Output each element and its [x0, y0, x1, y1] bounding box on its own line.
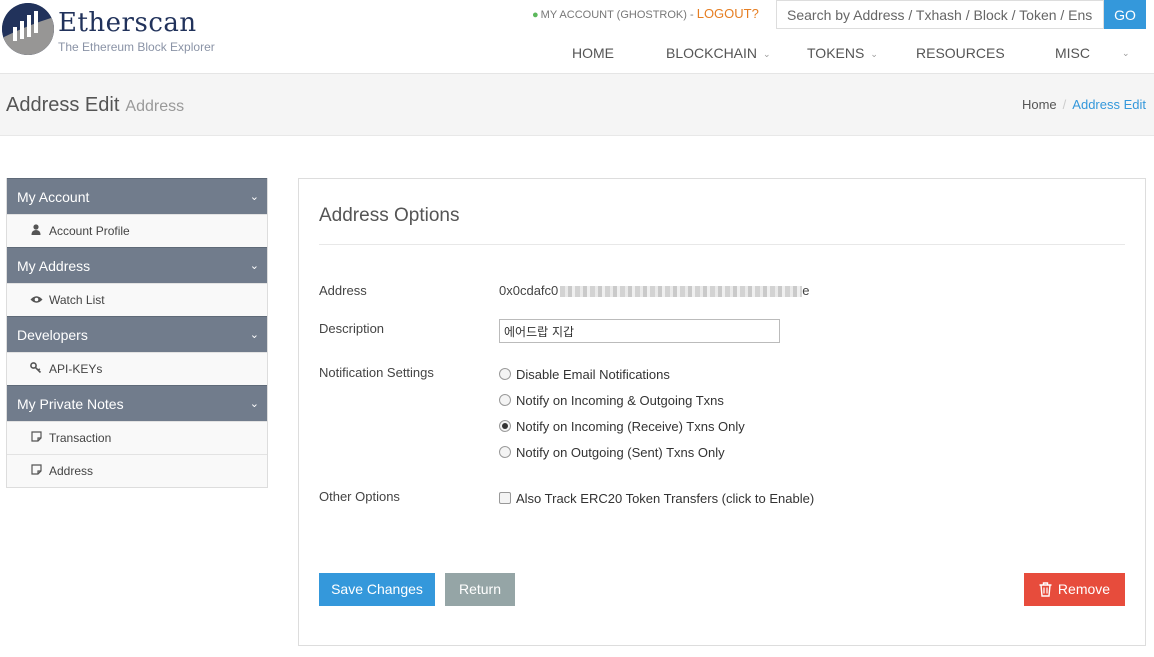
radio-notify-outgoing-only[interactable]: Notify on Outgoing (Sent) Txns Only [499, 445, 725, 461]
return-button[interactable]: Return [445, 573, 515, 606]
other-options-label: Other Options [319, 489, 400, 504]
user-icon [27, 216, 45, 248]
address-label: Address [319, 283, 367, 298]
nav-tokens[interactable]: TOKENS ⌄ [807, 43, 878, 63]
erc20-tracking-checkbox[interactable] [499, 492, 511, 504]
page-subtitle: Address [125, 98, 185, 115]
description-input[interactable] [499, 319, 780, 343]
chevron-down-icon: ⌄ [249, 260, 259, 272]
page-title-text: Address Edit [6, 94, 120, 116]
key-icon [27, 354, 45, 386]
sidebar-item-api-keys[interactable]: API-KEYs [7, 352, 267, 385]
sidebar-item-address-notes[interactable]: Address [7, 454, 267, 487]
address-options-panel: Address Options Address 0x0cdafc0 e Descr… [298, 178, 1146, 646]
etherscan-logo[interactable]: Etherscan The Ethereum Block Explorer [2, 3, 215, 59]
sidebar-section-label: My Private Notes [17, 396, 124, 412]
radio-label: Notify on Incoming (Receive) Txns Only [516, 419, 745, 434]
sidebar-item-label: API-KEYs [49, 362, 103, 376]
radio-notify-incoming-outgoing[interactable]: Notify on Incoming & Outgoing Txns [499, 393, 724, 409]
page-title: Address Edit Address [6, 93, 184, 119]
notification-settings-label: Notification Settings [319, 365, 434, 380]
account-separator: - [686, 9, 697, 21]
breadcrumb: Home / Address Edit [1022, 97, 1146, 113]
nav-blockchain[interactable]: BLOCKCHAIN ⌄ [666, 43, 771, 63]
logo-title: Etherscan [58, 8, 197, 38]
panel-title: Address Options [319, 205, 460, 226]
chevron-down-icon: ⌄ [763, 49, 771, 59]
erc20-tracking-option[interactable]: Also Track ERC20 Token Transfers (click … [499, 491, 814, 507]
sidebar-item-label: Transaction [49, 431, 112, 445]
remove-button-label: Remove [1057, 581, 1111, 597]
sidebar-item-label: Watch List [49, 293, 105, 307]
chevron-down-icon: ⌄ [870, 49, 878, 59]
redacted-address-segment [560, 286, 803, 298]
radio-notify-incoming-only[interactable]: Notify on Incoming (Receive) Txns Only [499, 419, 745, 435]
breadcrumb-separator: / [1062, 97, 1067, 112]
note-icon [27, 423, 45, 455]
checkbox-label: Also Track ERC20 Token Transfers (click … [516, 491, 815, 506]
sidebar-item-watch-list[interactable]: Watch List [7, 283, 267, 316]
nav-resources-label: RESOURCES [916, 45, 1005, 61]
radio-label: Notify on Outgoing (Sent) Txns Only [516, 445, 725, 460]
address-value: 0x0cdafc0 e [499, 283, 810, 299]
nav-home-label: HOME [572, 45, 614, 61]
description-label: Description [319, 321, 385, 336]
sidebar-section-my-account[interactable]: My Account ⌄ [7, 178, 267, 214]
nav-resources[interactable]: RESOURCES [916, 43, 1005, 63]
sidebar-section-my-private-notes[interactable]: My Private Notes ⌄ [7, 385, 267, 421]
save-changes-button[interactable]: Save Changes [319, 573, 435, 606]
radio-label: Disable Email Notifications [516, 367, 670, 382]
nav-blockchain-label: BLOCKCHAIN [666, 45, 758, 61]
chevron-down-icon[interactable]: ⌄ [1122, 43, 1130, 63]
sidebar-section-developers[interactable]: Developers ⌄ [7, 316, 267, 352]
chevron-down-icon: ⌄ [249, 329, 259, 341]
nav-misc[interactable]: MISC [1055, 43, 1090, 63]
logo-subtitle: The Ethereum Block Explorer [58, 40, 215, 54]
panel-divider [319, 244, 1125, 245]
remove-button[interactable]: Remove [1024, 573, 1125, 606]
my-account-link[interactable]: MY ACCOUNT (GHOSTROK) [541, 9, 687, 21]
radio-button-selected[interactable] [499, 420, 511, 432]
search-go-button[interactable]: GO [1104, 0, 1146, 29]
sidebar-item-label: Account Profile [49, 224, 130, 238]
sidebar-item-label: Address [49, 464, 94, 478]
radio-button[interactable] [499, 446, 511, 458]
radio-label: Notify on Incoming & Outgoing Txns [516, 393, 724, 408]
sidebar-item-account-profile[interactable]: Account Profile [7, 214, 267, 247]
address-suffix: e [802, 283, 810, 298]
account-bar: ● MY ACCOUNT (GHOSTROK) - LOGOUT? [532, 6, 759, 23]
site-header: Etherscan The Ethereum Block Explorer ● M… [0, 0, 1154, 74]
sidebar-section-label: My Account [17, 189, 90, 205]
search-input[interactable] [776, 0, 1104, 29]
note-icon [27, 456, 45, 488]
logout-link[interactable]: LOGOUT? [697, 6, 759, 21]
chevron-down-icon: ⌄ [249, 398, 259, 410]
eye-icon [27, 285, 45, 317]
nav-misc-label: MISC [1055, 45, 1090, 61]
radio-button[interactable] [499, 368, 511, 380]
radio-disable-email-notifications[interactable]: Disable Email Notifications [499, 367, 670, 383]
nav-home[interactable]: HOME [572, 43, 614, 63]
sidebar-section-my-address[interactable]: My Address ⌄ [7, 247, 267, 283]
sidebar-item-transaction-notes[interactable]: Transaction [7, 421, 267, 454]
sidebar-section-label: Developers [17, 327, 88, 343]
logo-mark-icon [2, 3, 54, 55]
breadcrumb-current[interactable]: Address Edit [1072, 97, 1146, 112]
user-icon: ● [532, 9, 539, 21]
chevron-down-icon: ⌄ [249, 191, 259, 203]
radio-button[interactable] [499, 394, 511, 406]
address-prefix: 0x0cdafc0 [499, 283, 559, 298]
nav-tokens-label: TOKENS [807, 45, 865, 61]
trash-icon [1039, 576, 1052, 609]
sidebar-section-label: My Address [17, 258, 91, 274]
account-sidebar: My Account ⌄ Account Profile My Address … [6, 178, 268, 488]
page-titlebar: Address Edit Address Home / Address Edit [0, 74, 1154, 136]
breadcrumb-home[interactable]: Home [1022, 97, 1057, 112]
